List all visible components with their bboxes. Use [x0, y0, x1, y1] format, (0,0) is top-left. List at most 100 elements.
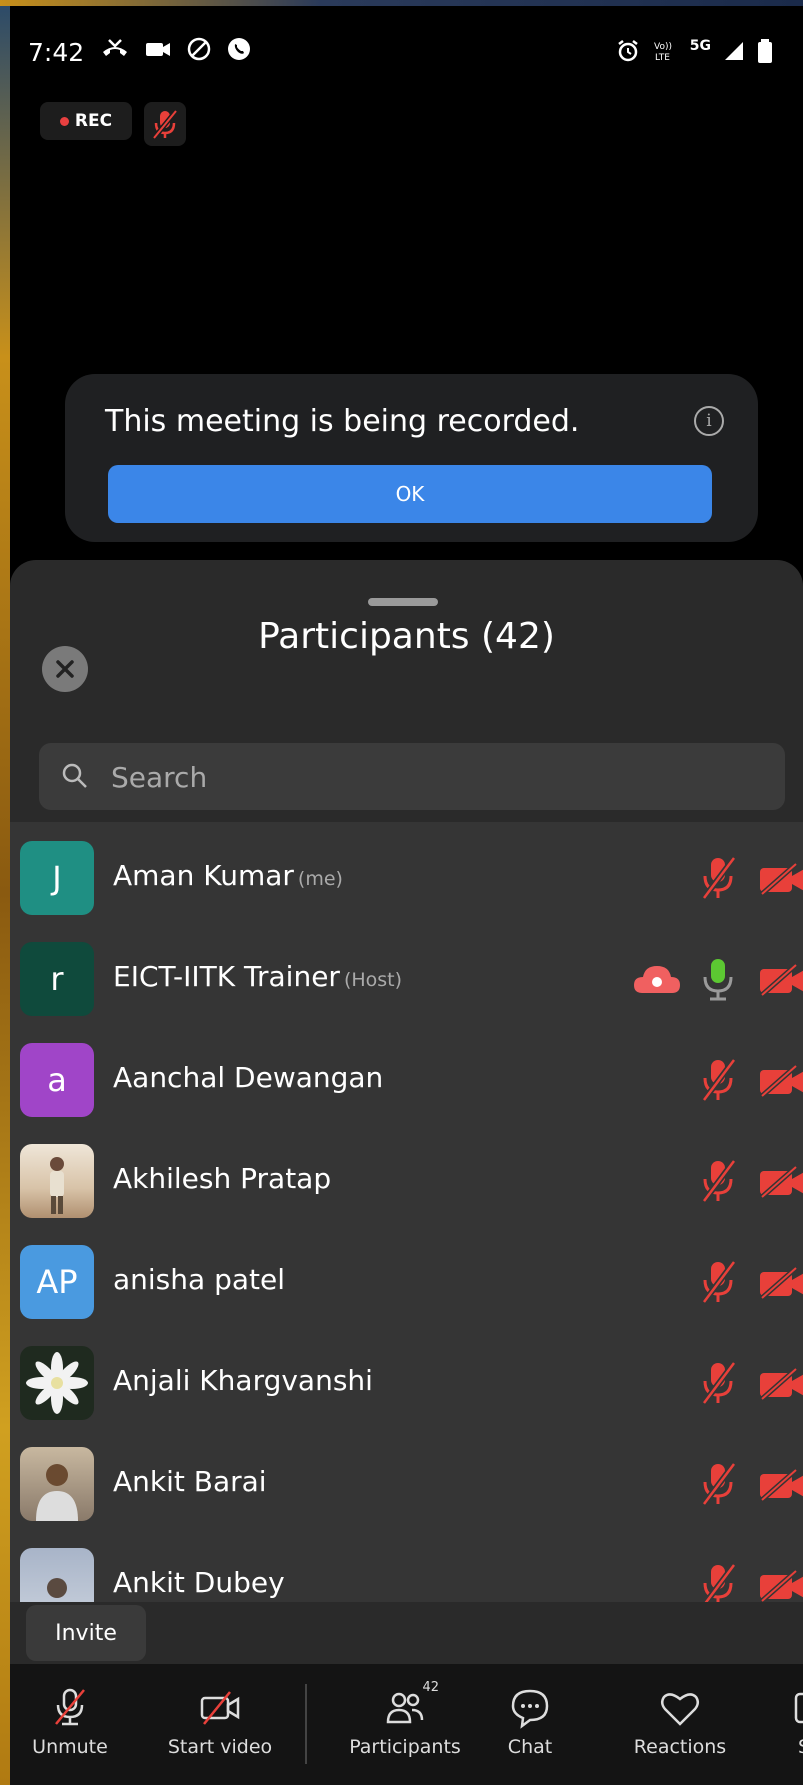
participant-name: Ankit Dubey [113, 1566, 285, 1599]
avatar: a [20, 1043, 94, 1117]
unmute-label: Unmute [32, 1736, 108, 1758]
svg-text:LTE: LTE [655, 53, 670, 63]
avatar: AP [20, 1245, 94, 1319]
avatar-photo [20, 1346, 94, 1420]
host-muted-indicator [144, 102, 186, 146]
avatar-photo [20, 1548, 94, 1602]
participant-row[interactable]: Ankit Barai [10, 1432, 803, 1533]
video-off-icon[interactable] [758, 862, 803, 896]
participants-icon-wrap: 42 [383, 1680, 439, 1730]
participant-row[interactable]: AP anisha patel [10, 1230, 803, 1331]
notification-icons [100, 36, 252, 62]
participant-name: EICT-IITK Trainer (Host) [113, 960, 402, 993]
mic-muted-icon [55, 1688, 85, 1726]
share-label: Sh [798, 1736, 803, 1758]
person-photo-icon [36, 1464, 78, 1521]
system-status-icons: Vo)) LTE 5G [616, 38, 773, 64]
close-icon [56, 660, 74, 678]
mic-muted-icon[interactable] [698, 1157, 738, 1205]
search-icon [62, 763, 87, 788]
participant-row[interactable]: J Aman Kumar (me) [10, 826, 803, 927]
ok-button[interactable]: OK [108, 465, 712, 523]
participant-row[interactable]: a Aanchal Dewangan [10, 1028, 803, 1129]
participants-count-badge: 42 [422, 1680, 439, 1695]
status-time: 7:42 [28, 38, 85, 67]
volte-icon: Vo))LTE [654, 42, 672, 63]
search-input[interactable] [109, 753, 753, 801]
video-off-icon[interactable] [758, 1367, 803, 1401]
start-video-button[interactable]: Start video [160, 1664, 280, 1785]
cloud-recording-icon [634, 966, 680, 993]
person-photo-icon [47, 1578, 67, 1598]
participant-list: J Aman Kumar (me) r EICT-IITK Trainer (Hos… [10, 822, 803, 1602]
rec-label: REC [74, 111, 113, 131]
chat-label: Chat [507, 1736, 553, 1758]
participant-row[interactable]: Ankit Dubey [10, 1533, 803, 1602]
participant-row[interactable]: r EICT-IITK Trainer (Host) [10, 927, 803, 1028]
close-button[interactable] [42, 646, 88, 692]
search-box [39, 743, 785, 810]
avatar: J [20, 841, 94, 915]
participant-name: Akhilesh Pratap [113, 1162, 332, 1195]
avatar: r [20, 942, 94, 1016]
share-icon [794, 1692, 803, 1724]
drag-handle[interactable] [368, 598, 438, 606]
reactions-button[interactable]: Reactions [625, 1664, 735, 1785]
participants-label: Participants [349, 1736, 461, 1758]
do-not-disturb-icon [187, 37, 211, 61]
share-button[interactable]: Sh [780, 1664, 803, 1785]
mic-muted-icon[interactable] [698, 1056, 738, 1104]
chat-button[interactable]: Chat [500, 1664, 560, 1785]
mic-muted-icon[interactable] [698, 1359, 738, 1407]
participant-name: Anjali Khargvanshi [113, 1364, 373, 1397]
participants-button[interactable]: 42 Participants [340, 1664, 470, 1785]
missed-call-icon [103, 39, 127, 56]
video-off-icon[interactable] [758, 1064, 803, 1098]
participant-row[interactable]: Akhilesh Pratap [10, 1129, 803, 1230]
battery-icon [758, 39, 772, 63]
mic-muted-icon[interactable] [698, 1258, 738, 1306]
network-type: 5G [689, 38, 711, 54]
start-video-label: Start video [167, 1736, 273, 1758]
alarm-icon [618, 40, 638, 62]
status-bar: 7:42 Vo)) LTE 5G [10, 6, 803, 96]
participant-name: Aanchal Dewangan [113, 1061, 384, 1094]
participants-panel: Participants (42) J Aman Kumar(me) r EIC… [10, 560, 803, 1785]
avatar-photo [20, 1144, 94, 1218]
signal-icon [725, 42, 743, 60]
participants-title: Participants (42) [258, 616, 555, 657]
video-off-icon[interactable] [758, 1266, 803, 1300]
wallpaper-edge [0, 0, 10, 1785]
heart-icon [661, 1693, 699, 1726]
invite-button[interactable]: Invite [26, 1605, 146, 1661]
recording-notice-message: This meeting is being recorded. [105, 404, 580, 439]
mic-on-icon[interactable] [698, 955, 738, 1003]
chat-icon [511, 1689, 549, 1729]
video-off-icon[interactable] [758, 1468, 803, 1502]
unmute-button[interactable]: Unmute [30, 1664, 110, 1785]
meeting-toolbar: Unmute Start video 42 Participants Chat … [10, 1664, 803, 1785]
name-text: Aman Kumar [113, 859, 294, 892]
info-icon[interactable]: i [694, 406, 724, 436]
toolbar-divider [305, 1684, 307, 1764]
video-off-icon[interactable] [758, 1569, 803, 1602]
video-off-icon [200, 1691, 240, 1725]
participants-icon [386, 1692, 424, 1724]
flower-photo-icon [26, 1352, 88, 1414]
participant-row[interactable]: Anjali Khargvanshi [10, 1331, 803, 1432]
video-off-icon[interactable] [758, 1165, 803, 1199]
reactions-label: Reactions [633, 1736, 727, 1758]
participant-name: anisha patel [113, 1263, 285, 1296]
participant-tag: (me) [297, 868, 343, 890]
whatsapp-icon [228, 38, 250, 60]
video-off-icon[interactable] [758, 963, 803, 997]
mic-muted-icon[interactable] [698, 1460, 738, 1508]
mic-muted-icon[interactable] [698, 854, 738, 902]
participant-name: Aman Kumar (me) [113, 859, 343, 892]
name-text: EICT-IITK Trainer [113, 960, 340, 993]
rec-dot-icon [59, 116, 69, 126]
mic-muted-icon[interactable] [698, 1561, 738, 1602]
recording-indicator: REC [40, 102, 132, 140]
mic-muted-icon [152, 109, 178, 140]
avatar-photo [20, 1447, 94, 1521]
